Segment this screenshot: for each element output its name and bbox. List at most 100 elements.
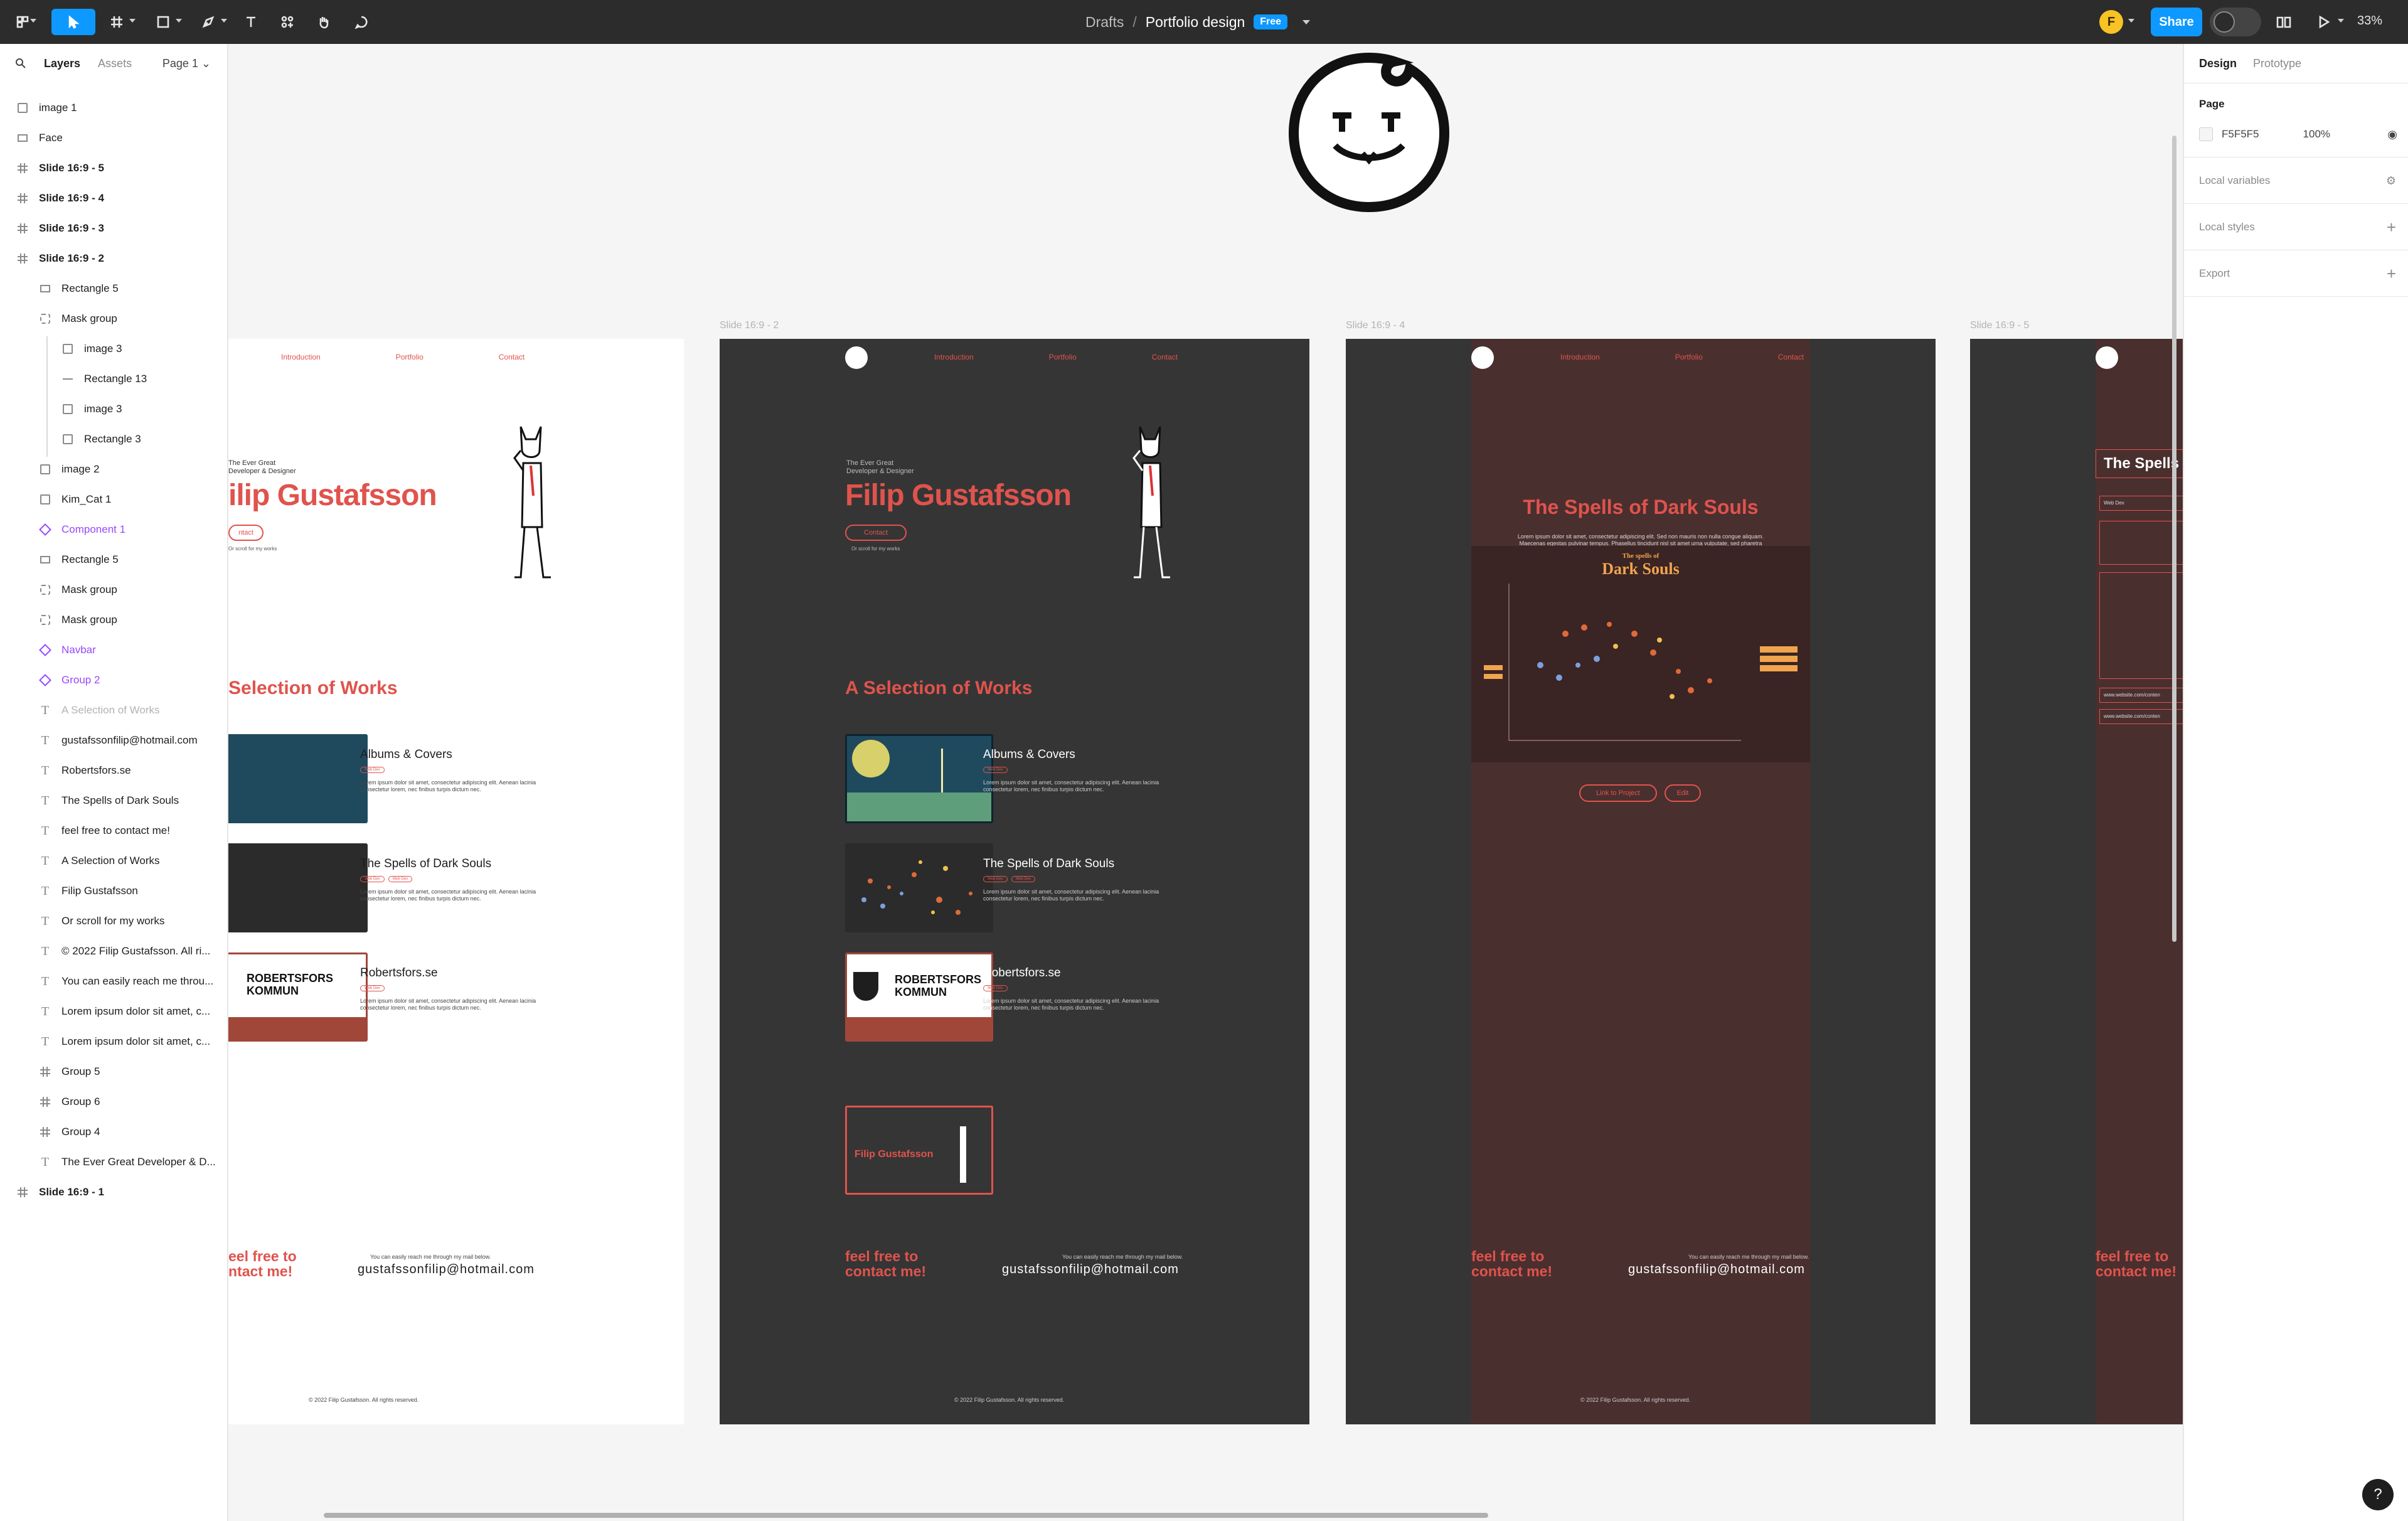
layer-row[interactable]: Group 4: [0, 1119, 227, 1145]
local-styles-row[interactable]: Local styles +: [2199, 215, 2396, 240]
slide-16-9-4[interactable]: Introduction Portfolio Contact The Spell…: [1346, 339, 1936, 1424]
tab-assets[interactable]: Assets: [98, 57, 132, 70]
tab-prototype[interactable]: Prototype: [2253, 57, 2301, 70]
color-swatch[interactable]: [2199, 127, 2213, 141]
tab-layers[interactable]: Layers: [44, 57, 80, 70]
layer-row[interactable]: Slide 16:9 - 3: [0, 216, 227, 241]
move-tool-button[interactable]: [51, 9, 95, 35]
layer-row[interactable]: T Filip Gustafsson: [0, 878, 227, 904]
nav-contact[interactable]: Contact: [499, 353, 525, 361]
face-logo-icon[interactable]: [845, 346, 868, 369]
layer-row[interactable]: Group 5: [0, 1059, 227, 1084]
tab-design[interactable]: Design: [2199, 57, 2237, 70]
chevron-down-icon[interactable]: [1303, 19, 1311, 24]
layer-row[interactable]: T A Selection of Works: [0, 698, 227, 723]
long-description-field[interactable]: [2099, 572, 2183, 679]
layer-row[interactable]: T © 2022 Filip Gustafsson. All ri...: [0, 939, 227, 964]
nav-introduction[interactable]: Introduction: [281, 353, 321, 361]
layer-row[interactable]: Slide 16:9 - 4: [0, 186, 227, 211]
page-opacity-value[interactable]: 100%: [2303, 128, 2330, 141]
dark-souls-thumbnail[interactable]: [228, 843, 368, 932]
layer-row[interactable]: T Or scroll for my works: [0, 909, 227, 934]
comment-tool-button[interactable]: [349, 9, 374, 35]
slide-label[interactable]: Slide 16:9 - 5: [1970, 320, 2029, 331]
link-to-project-button[interactable]: Link to Project: [1579, 784, 1657, 802]
layer-row[interactable]: Group 2: [0, 668, 227, 693]
layer-row[interactable]: T You can easily reach me throu...: [0, 969, 227, 994]
zoom-level[interactable]: 33%: [2357, 14, 2382, 28]
layer-row[interactable]: Tfeel free to contact me!: [0, 818, 227, 843]
layer-row[interactable]: Slide 16:9 - 2: [0, 246, 227, 271]
page-color-value[interactable]: F5F5F5: [2222, 128, 2259, 141]
layer-row[interactable]: Component 1: [0, 517, 227, 542]
layer-row[interactable]: image 3: [0, 336, 227, 361]
layer-row[interactable]: Face: [0, 125, 227, 151]
sliders-icon[interactable]: ⚙: [2386, 174, 2396, 188]
nav-portfolio[interactable]: Portfolio: [1049, 353, 1077, 361]
layer-row[interactable]: Slide 16:9 - 5: [0, 156, 227, 181]
contact-button[interactable]: Contact: [845, 525, 907, 541]
albums-thumbnail[interactable]: [228, 734, 368, 823]
layer-row[interactable]: image 3: [0, 397, 227, 422]
dark-souls-thumbnail[interactable]: [845, 843, 993, 932]
file-title[interactable]: Portfolio design: [1146, 14, 1245, 31]
face-logo-icon[interactable]: [1471, 346, 1494, 369]
face-logo-icon[interactable]: [2096, 346, 2118, 369]
nav-contact[interactable]: Contact: [1152, 353, 1178, 361]
layer-row[interactable]: T A Selection of Works: [0, 848, 227, 873]
local-variables-row[interactable]: Local variables ⚙: [2199, 168, 2396, 193]
page-select[interactable]: Page 1 ⌄: [162, 57, 211, 70]
slide-label[interactable]: Slide 16:9 - 4: [1346, 320, 1405, 331]
horizontal-scrollbar[interactable]: [324, 1513, 1488, 1518]
plus-icon[interactable]: +: [2387, 264, 2396, 284]
edit-button[interactable]: Edit: [1665, 784, 1701, 802]
layer-row[interactable]: T Lorem ipsum dolor sit amet, c...: [0, 999, 227, 1024]
layer-row[interactable]: T The Ever Great Developer & D...: [0, 1150, 227, 1175]
contact-button[interactable]: ntact: [228, 525, 264, 541]
chevron-down-icon[interactable]: [221, 19, 227, 23]
chevron-down-icon[interactable]: [30, 19, 36, 23]
layer-row[interactable]: Rectangle 5: [0, 547, 227, 572]
nav-contact[interactable]: Contact: [1778, 353, 1804, 361]
chevron-down-icon[interactable]: [176, 19, 182, 23]
slide-16-9-5[interactable]: The Spells o Web Dev www.website.com/con…: [1970, 339, 2183, 1424]
face-image[interactable]: [1281, 45, 1457, 221]
layer-row[interactable]: image 1: [0, 95, 227, 120]
resources-tool-button[interactable]: [275, 9, 300, 35]
slide-16-9-2[interactable]: Introduction Portfolio Contact The Ever …: [720, 339, 1309, 1424]
present-button[interactable]: [2311, 9, 2336, 35]
chevron-down-icon[interactable]: [129, 19, 136, 23]
link-field[interactable]: www.website.com/conten: [2099, 709, 2183, 724]
library-button[interactable]: [2271, 9, 2296, 35]
export-row[interactable]: Export +: [2199, 261, 2396, 286]
chevron-down-icon[interactable]: [2338, 19, 2344, 23]
slide-label[interactable]: Slide 16:9 - 2: [720, 320, 779, 331]
help-button[interactable]: ?: [2362, 1479, 2394, 1510]
dev-mode-toggle[interactable]: [2210, 8, 2261, 36]
layer-row[interactable]: Tgustafssonfilip@hotmail.com: [0, 728, 227, 753]
layer-row[interactable]: Mask group: [0, 607, 227, 632]
nav-introduction[interactable]: Introduction: [934, 353, 974, 361]
eye-icon[interactable]: ◉: [2387, 128, 2397, 141]
tag-field[interactable]: Web Dev: [2099, 496, 2183, 511]
shape-tool-button[interactable]: [151, 9, 176, 35]
layer-row[interactable]: image 2: [0, 457, 227, 482]
page-color-row[interactable]: F5F5F5 100% ◉: [2199, 122, 2397, 147]
dark-souls-visualization[interactable]: The spells of Dark Souls: [1471, 546, 1810, 762]
layer-row[interactable]: T The Spells of Dark Souls: [0, 788, 227, 813]
layer-row[interactable]: T Lorem ipsum dolor sit amet, c...: [0, 1029, 227, 1054]
layer-row[interactable]: Rectangle 5: [0, 276, 227, 301]
text-tool-button[interactable]: [238, 9, 264, 35]
vertical-scrollbar[interactable]: [2172, 136, 2176, 942]
frame-tool-button[interactable]: [104, 9, 129, 35]
portfolio-thumbnail[interactable]: Filip Gustafsson: [845, 1106, 993, 1195]
search-icon[interactable]: [15, 58, 26, 69]
nav-introduction[interactable]: Introduction: [1560, 353, 1600, 361]
layer-row[interactable]: Mask group: [0, 577, 227, 602]
robertsfors-thumbnail[interactable]: ROBERTSFORS KOMMUN: [845, 953, 993, 1042]
layer-row[interactable]: T Robertsfors.se: [0, 758, 227, 783]
slide-16-9-1[interactable]: Introduction Portfolio Contact The Ever …: [228, 339, 684, 1424]
layer-row[interactable]: Mask group: [0, 306, 227, 331]
breadcrumb-drafts[interactable]: Drafts: [1085, 14, 1124, 31]
plus-icon[interactable]: +: [2387, 218, 2396, 237]
